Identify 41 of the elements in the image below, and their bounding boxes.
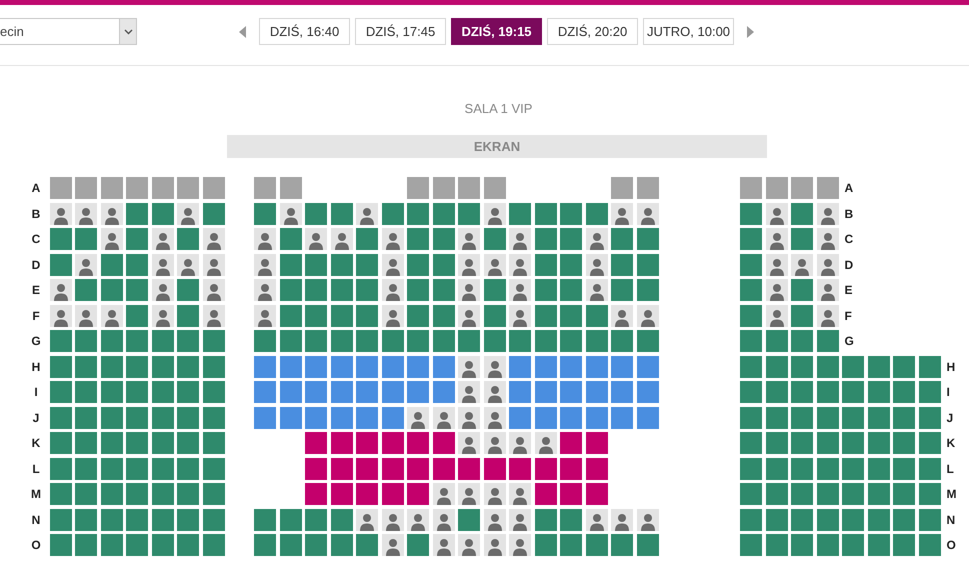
city-dropdown[interactable]: ecin (0, 18, 137, 45)
row-label: I (946, 385, 950, 399)
row-label: C (844, 232, 854, 246)
row-label: E (30, 283, 41, 297)
row-label: I (33, 385, 39, 399)
row-label: F (844, 308, 852, 322)
row-label: J (946, 410, 954, 424)
row-label: B (30, 206, 42, 220)
showtime-button[interactable]: DZIŚ, 19:15 (451, 18, 542, 45)
row-label: A (844, 181, 854, 195)
showtime-button[interactable]: DZIŚ, 20:20 (547, 18, 638, 45)
row-label: B (844, 206, 854, 220)
row-label: H (946, 360, 956, 374)
row-label: L (31, 462, 41, 476)
row-label: F (31, 308, 41, 322)
row-label: H (30, 360, 42, 374)
row-label: K (30, 436, 42, 450)
row-label: G (844, 334, 854, 348)
showtime-button[interactable]: DZIŚ, 17:45 (355, 18, 446, 45)
row-label: C (30, 232, 42, 246)
row-label: D (844, 258, 854, 272)
row-label: A (30, 181, 42, 195)
showtime-button[interactable]: JUTRO, 10:00 (643, 18, 734, 45)
row-label: J (32, 410, 40, 424)
hall-title: SALA 1 VIP (464, 101, 532, 116)
row-label: G (30, 334, 42, 348)
row-label: E (844, 283, 853, 297)
row-label: O (946, 538, 956, 552)
chevron-down-icon (124, 28, 132, 34)
caret-left-icon[interactable] (239, 26, 247, 38)
showtime-button[interactable]: DZIŚ, 16:40 (259, 18, 350, 45)
row-label: N (946, 512, 956, 526)
row-label: K (946, 436, 956, 450)
row-label: D (30, 258, 42, 272)
row-label: L (946, 462, 954, 476)
row-label: M (946, 487, 956, 501)
row-label: N (30, 512, 42, 526)
caret-right-icon[interactable] (746, 26, 754, 38)
row-label: O (30, 538, 42, 552)
row-label: M (30, 487, 42, 501)
screen-bar: EKRAN (227, 135, 767, 158)
